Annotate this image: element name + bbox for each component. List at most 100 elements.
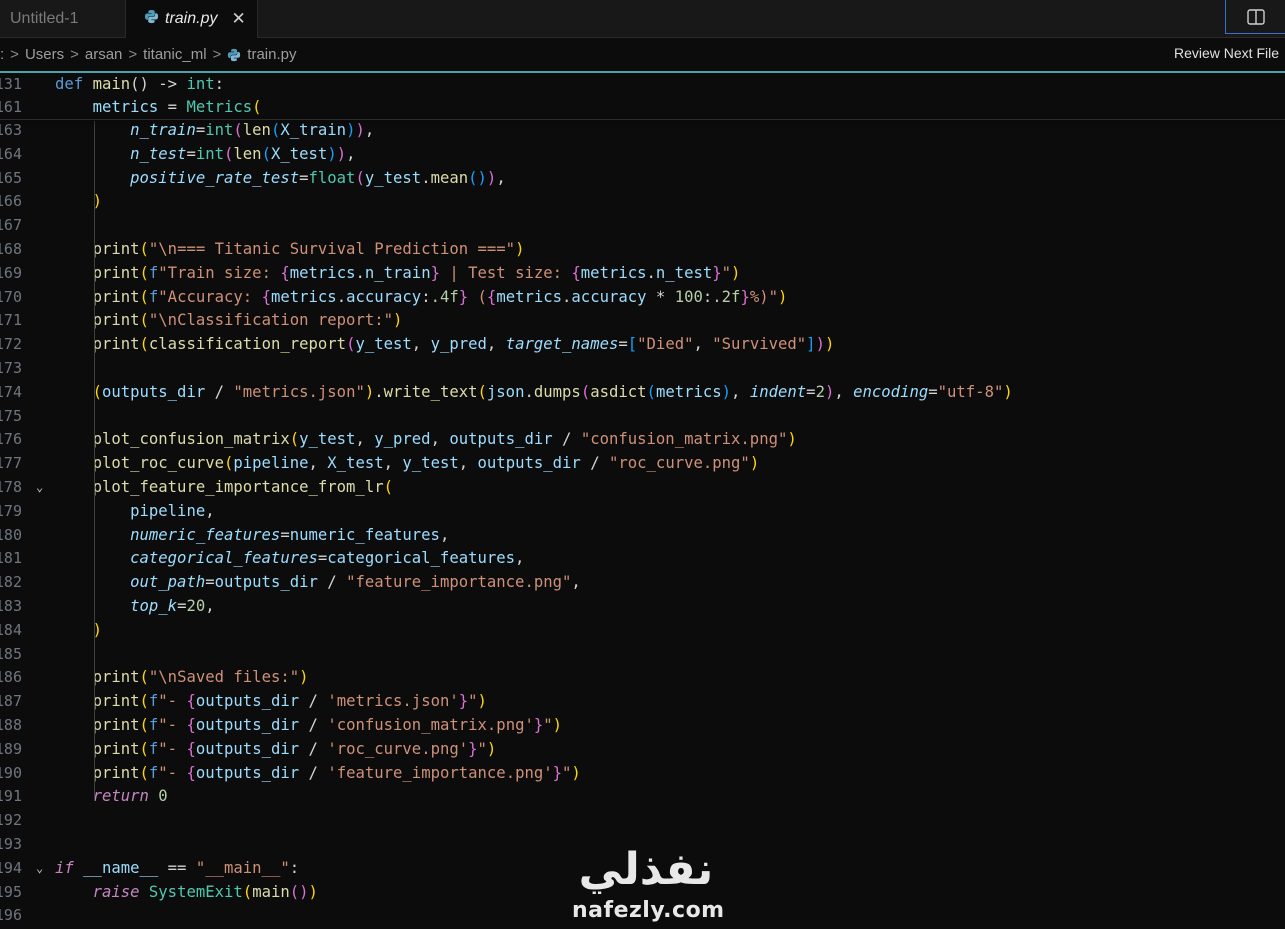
code-line[interactable]: 165 positive_rate_test=float(y_test.mean…: [0, 167, 1285, 190]
code-token: f: [148, 692, 159, 711]
code-token: ): [393, 311, 403, 330]
code-line[interactable]: 183 top_k=20,: [0, 595, 1285, 618]
code-token: out_path: [130, 573, 206, 592]
tab-bar: Untitled-1 train.py ✕: [0, 0, 1285, 38]
code-token: "roc_curve.png": [608, 454, 750, 473]
code-token: "__main__": [195, 858, 290, 877]
code-line[interactable]: 173: [0, 357, 1285, 380]
code-line[interactable]: 177 plot_roc_curve(pipeline, X_test, y_t…: [0, 452, 1285, 475]
code-line[interactable]: 179 pipeline,: [0, 500, 1285, 523]
code-token: (: [139, 311, 149, 330]
code-token: y_pred: [374, 430, 431, 449]
code-token: (): [468, 168, 487, 187]
code-token: ,: [571, 573, 581, 592]
code-line[interactable]: 181 categorical_features=categorical_fea…: [0, 547, 1285, 570]
code-token: :: [421, 287, 431, 306]
code-token: .: [646, 263, 656, 282]
code-token: }: [712, 263, 722, 282]
code-line[interactable]: 189 print(f"- {outputs_dir / 'roc_curve.…: [0, 738, 1285, 761]
chevron-down-icon[interactable]: ⌄: [36, 476, 43, 499]
code-line[interactable]: 182 out_path=outputs_dir / "feature_impo…: [0, 571, 1285, 594]
line-number: 177: [0, 454, 22, 473]
code-line[interactable]: 170 print(f"Accuracy: {metrics.accuracy:…: [0, 286, 1285, 309]
code-token: pipeline: [233, 454, 309, 473]
code-line[interactable]: 180 numeric_features=numeric_features,: [0, 524, 1285, 547]
code-line[interactable]: 187 print(f"- {outputs_dir / 'metrics.js…: [0, 690, 1285, 713]
code-token: }: [740, 287, 750, 306]
code-line[interactable]: 167: [0, 214, 1285, 237]
code-token: ): [515, 240, 525, 258]
review-next-file-button[interactable]: Review Next File: [1174, 45, 1279, 61]
code-line[interactable]: 184 ): [0, 619, 1285, 642]
line-number: 183: [0, 597, 22, 615]
code-token: 0: [158, 787, 168, 806]
close-icon[interactable]: ✕: [231, 9, 245, 29]
code-line[interactable]: 186 print("\nSaved files:"): [0, 666, 1285, 689]
code-line[interactable]: 169 print(f"Train size: {metrics.n_train…: [0, 262, 1285, 285]
code-token: 'feature_importance.png': [327, 763, 553, 782]
logo-arabic-text: نفذلي: [579, 844, 714, 894]
code-token: top_k: [130, 597, 178, 615]
code-line[interactable]: 164 n_test=int(len(X_test)),: [0, 143, 1285, 166]
code-token: ,: [439, 525, 450, 544]
code-token: len: [233, 144, 262, 163]
code-text: pipeline,: [55, 500, 215, 523]
code-token: ,: [364, 121, 375, 139]
code-token: (: [355, 168, 365, 187]
code-editor[interactable]: 163 n_train=int(len(X_train)),164 n_test…: [0, 73, 1285, 929]
tab-train-py[interactable]: train.py ✕: [126, 0, 258, 38]
line-number: 195: [0, 882, 22, 901]
breadcrumb-item-titanic-ml[interactable]: titanic_ml: [143, 46, 206, 63]
code-line[interactable]: 178 ⌄ plot_feature_importance_from_lr(: [0, 476, 1285, 499]
code-line[interactable]: 190 print(f"- {outputs_dir / 'feature_im…: [0, 762, 1285, 785]
code-token: (: [261, 144, 271, 163]
code-token: %)": [749, 287, 778, 306]
code-line[interactable]: 174 (outputs_dir / "metrics.json").write…: [0, 381, 1285, 404]
code-text: numeric_features=numeric_features,: [55, 524, 449, 547]
code-line[interactable]: 185: [0, 643, 1285, 666]
code-token: }: [430, 263, 440, 282]
code-token: return: [92, 787, 149, 806]
code-token: ): [364, 382, 375, 401]
code-line[interactable]: 166 ): [0, 190, 1285, 213]
code-token: int: [205, 121, 234, 139]
code-token: "Accuracy:: [158, 287, 262, 306]
code-token: "-: [158, 692, 187, 711]
code-token: "-: [158, 739, 187, 758]
code-token: f: [148, 716, 159, 734]
breadcrumb-root[interactable]: :: [0, 46, 4, 63]
breadcrumb-item-train-py[interactable]: train.py: [247, 46, 296, 63]
chevron-down-icon[interactable]: ⌄: [36, 857, 43, 880]
code-line[interactable]: 175: [0, 405, 1285, 428]
code-token: ): [824, 382, 835, 401]
code-line[interactable]: 163 n_train=int(len(X_train)),: [0, 119, 1285, 142]
code-line[interactable]: 191 return 0: [0, 785, 1285, 808]
line-number: 161: [0, 98, 22, 116]
code-line[interactable]: 172 print(classification_report(y_test, …: [0, 333, 1285, 356]
code-text: print(f"- {outputs_dir / 'metrics.json'}…: [55, 690, 487, 713]
code-line[interactable]: 188 print(f"- {outputs_dir / 'confusion_…: [0, 714, 1285, 737]
sticky-line[interactable]: 131 def main() -> int:: [0, 73, 1285, 96]
line-number: 163: [0, 121, 22, 139]
code-token: metrics: [655, 382, 722, 401]
code-token: (: [139, 668, 149, 687]
code-token: 20: [186, 597, 206, 615]
code-line[interactable]: 176 plot_confusion_matrix(y_test, y_pred…: [0, 428, 1285, 451]
line-number: 180: [0, 525, 22, 544]
code-token: target_names: [505, 335, 619, 354]
tab-untitled-1[interactable]: Untitled-1: [0, 0, 126, 37]
code-line[interactable]: 168 print("\n=== Titanic Survival Predic…: [0, 238, 1285, 261]
code-token: ,: [355, 430, 375, 449]
code-line[interactable]: 192: [0, 809, 1285, 832]
breadcrumb-item-arsan[interactable]: arsan: [85, 46, 123, 63]
split-editor-icon[interactable]: [1225, 0, 1285, 34]
sticky-line[interactable]: 161 metrics = Metrics(: [0, 96, 1285, 119]
code-line[interactable]: 171 print("\nClassification report:"): [0, 309, 1285, 332]
code-token: {: [186, 763, 196, 782]
code-token: (: [139, 240, 149, 258]
breadcrumb-item-users[interactable]: Users: [25, 46, 64, 63]
line-number: 189: [0, 739, 22, 758]
code-token: .: [524, 382, 534, 401]
